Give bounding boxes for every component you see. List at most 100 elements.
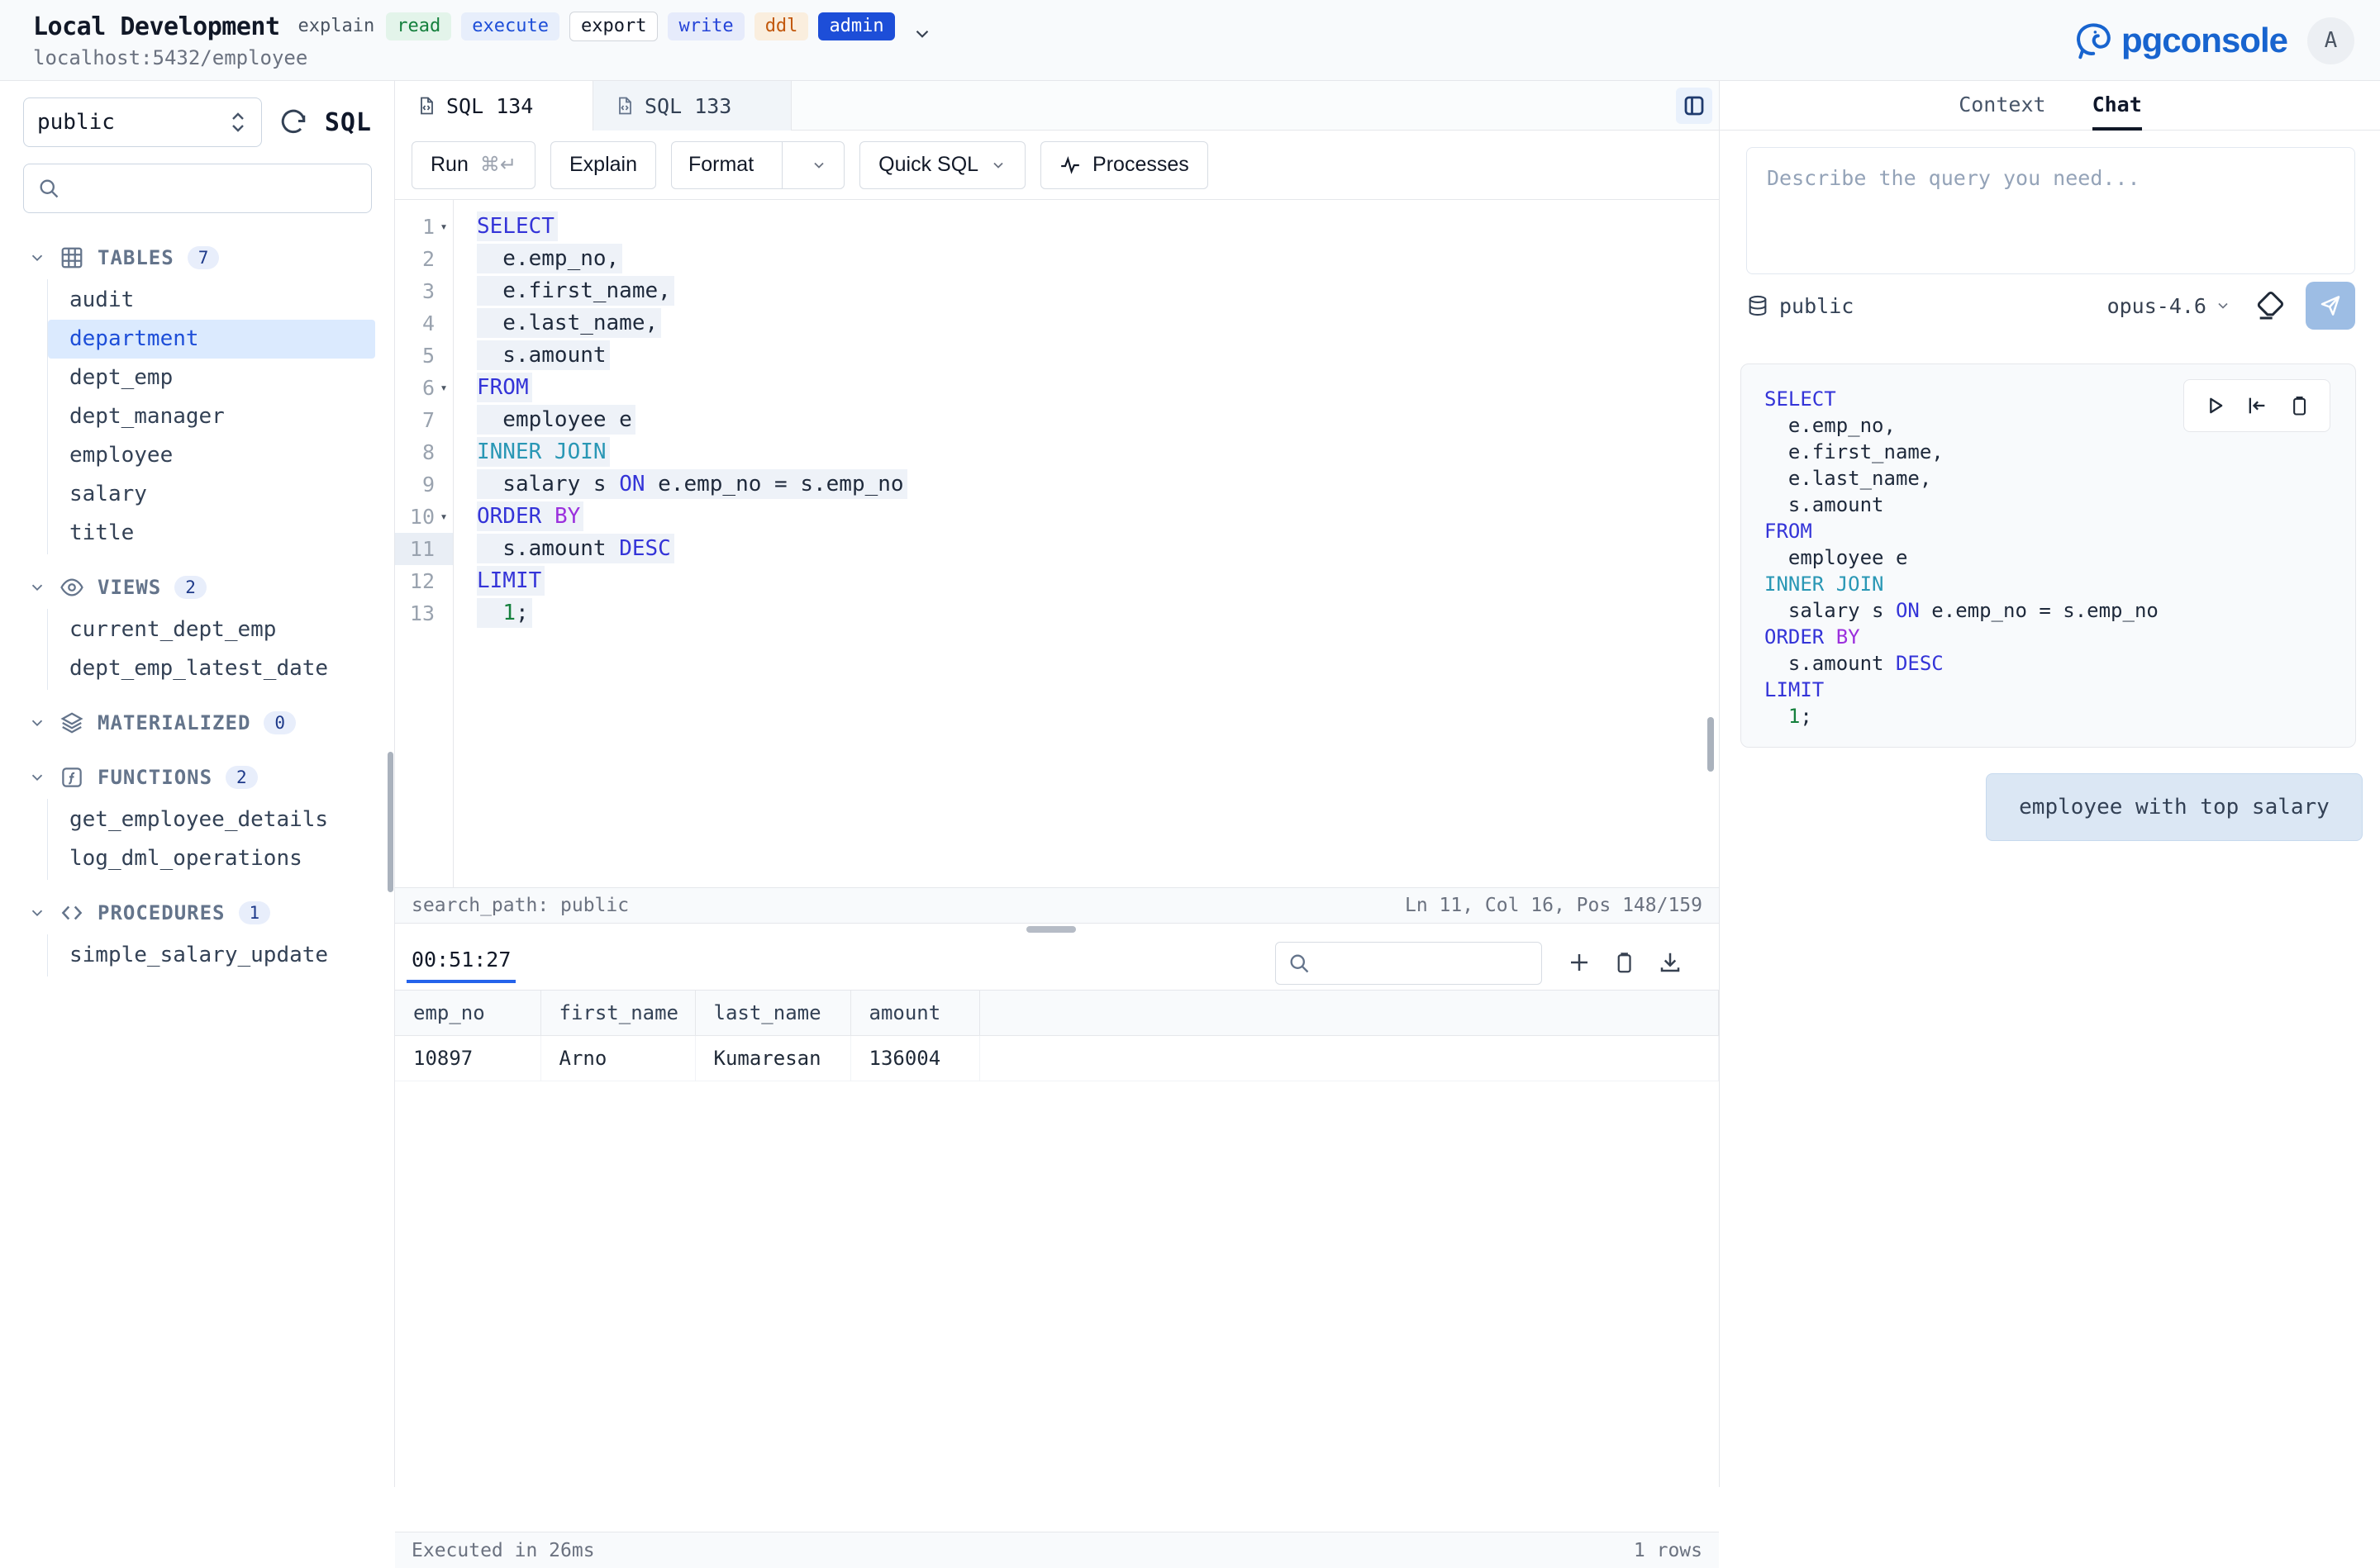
sql-mode-label[interactable]: SQL (325, 108, 372, 137)
code-line: INNER JOIN (1764, 571, 2355, 597)
sidebar-scrollbar[interactable] (388, 752, 393, 892)
tree-header-views[interactable]: VIEWS 2 (0, 566, 395, 609)
download-results-icon[interactable] (1658, 950, 1683, 975)
editor-tabbar: SQL 134 SQL 133 (395, 81, 1719, 131)
tree-item-title[interactable]: title (48, 514, 375, 553)
fold-arrow-icon[interactable]: ▾ (435, 211, 453, 243)
processes-button[interactable]: Processes (1040, 141, 1208, 189)
run-button[interactable]: Run ⌘↵ (412, 141, 536, 189)
tree-header-materialized[interactable]: MATERIALIZED 0 (0, 701, 395, 744)
cell-last-name[interactable]: Kumaresan (695, 1036, 850, 1081)
pane-resize-handle[interactable] (1026, 926, 1076, 933)
copy-results-icon[interactable] (1611, 950, 1636, 975)
gutter-line[interactable]: 12 (395, 565, 453, 597)
tree-item-salary[interactable]: salary (48, 475, 375, 514)
user-avatar[interactable]: A (2307, 17, 2354, 64)
tree-header-tables[interactable]: TABLES 7 (0, 236, 395, 279)
tab-sql-134[interactable]: SQL 134 (395, 81, 593, 131)
chat-schema-chip[interactable]: public (1746, 294, 1854, 318)
sql-card-toolbar (2183, 379, 2330, 432)
cell-emp-no[interactable]: 10897 (395, 1036, 540, 1081)
explain-button[interactable]: Explain (550, 141, 656, 189)
gutter-line[interactable]: 6▾ (395, 372, 453, 404)
tree-item-simple-salary-update[interactable]: simple_salary_update (48, 936, 375, 975)
send-button[interactable] (2306, 282, 2355, 330)
editor-code[interactable]: SELECT e.emp_no, e.first_name, e.last_na… (454, 200, 1719, 887)
tree-item-department[interactable]: department (48, 320, 375, 359)
gutter-line[interactable]: 3 (395, 275, 453, 307)
cell-amount[interactable]: 136004 (850, 1036, 979, 1081)
column-header-first-name[interactable]: first_name (540, 991, 695, 1036)
column-header-amount[interactable]: amount (850, 991, 979, 1036)
tree-section-tables: TABLES 7 audit department dept_emp dept_… (0, 236, 395, 554)
clear-chat-button[interactable] (2254, 289, 2287, 322)
run-label: Run (431, 153, 469, 177)
gutter-line[interactable]: 7 (395, 404, 453, 436)
code-line: ORDER BY (1764, 624, 2355, 650)
sql-editor[interactable]: 1▾23456▾78910▾111213 SELECT e.emp_no, e.… (395, 200, 1719, 887)
tree-item-dept-manager[interactable]: dept_manager (48, 397, 375, 436)
sidebar-search-input[interactable] (70, 177, 358, 200)
model-name: opus-4.6 (2107, 294, 2206, 318)
code-line: e.first_name, (1764, 439, 2355, 465)
run-snippet-icon[interactable] (2203, 394, 2226, 417)
assistant-panel: Context Chat public opus-4.6 SELECT e.em… (1719, 81, 2380, 1487)
model-select[interactable]: opus-4.6 (2107, 294, 2231, 318)
tree-item-dept-emp-latest-date[interactable]: dept_emp_latest_date (48, 649, 375, 688)
gutter-line[interactable]: 2 (395, 243, 453, 275)
add-result-tab-icon[interactable] (1567, 950, 1592, 975)
gutter-line[interactable]: 13 (395, 597, 453, 630)
tab-sql-133[interactable]: SQL 133 (593, 81, 792, 131)
editor-toolbar: Run ⌘↵ Explain Format Quick SQL Processe… (395, 131, 1719, 200)
column-header-emp-no[interactable]: emp_no (395, 991, 540, 1036)
tree-item-dept-emp[interactable]: dept_emp (48, 359, 375, 397)
chat-prompt-input[interactable] (1746, 147, 2355, 274)
format-chevron-down-icon[interactable] (794, 141, 844, 189)
code-line: 1; (1764, 703, 2355, 729)
gutter-line[interactable]: 8 (395, 436, 453, 468)
insert-to-editor-icon[interactable] (2245, 394, 2268, 417)
fold-arrow-icon[interactable]: ▾ (435, 372, 453, 404)
results-table: emp_no first_name last_name amount 10897… (395, 990, 1719, 1081)
split-panel-button[interactable] (1676, 88, 1712, 124)
result-timer-tab[interactable]: 00:51:27 (407, 942, 516, 983)
cell-first-name[interactable]: Arno (540, 1036, 695, 1081)
gutter-line[interactable]: 11 (395, 533, 453, 565)
connection-chevron-down-icon[interactable] (912, 23, 933, 45)
results-header-row: emp_no first_name last_name amount (395, 991, 1719, 1036)
copy-snippet-icon[interactable] (2287, 394, 2311, 417)
results-search-input[interactable] (1319, 953, 1563, 974)
format-button[interactable]: Format (671, 141, 845, 189)
tree-item-employee[interactable]: employee (48, 436, 375, 475)
fold-arrow-icon[interactable]: ▾ (435, 501, 453, 533)
gutter-line[interactable]: 1▾ (395, 211, 453, 243)
tree-section-functions: FUNCTIONS 2 get_employee_details log_dml… (0, 756, 395, 880)
tab-chat[interactable]: Chat (2092, 81, 2142, 131)
sidebar-search[interactable] (23, 164, 372, 213)
section-label: FUNCTIONS (98, 766, 212, 789)
quick-sql-button[interactable]: Quick SQL (859, 141, 1026, 189)
refresh-icon[interactable] (278, 107, 308, 137)
tree-header-functions[interactable]: FUNCTIONS 2 (0, 756, 395, 799)
eraser-icon (2254, 289, 2287, 322)
gutter-line[interactable]: 9 (395, 468, 453, 501)
tab-context[interactable]: Context (1959, 81, 2045, 131)
tree-item-current-dept-emp[interactable]: current_dept_emp (48, 611, 375, 649)
gutter-line[interactable]: 10▾ (395, 501, 453, 533)
tree-item-get-employee-details[interactable]: get_employee_details (48, 801, 375, 839)
button-divider (782, 141, 783, 189)
results-search[interactable] (1275, 942, 1542, 985)
editor-scrollbar[interactable] (1707, 717, 1714, 772)
tree-item-log-dml-operations[interactable]: log_dml_operations (48, 839, 375, 878)
format-label-part[interactable]: Format (672, 141, 770, 189)
tree-item-audit[interactable]: audit (48, 281, 375, 320)
tree-header-procedures[interactable]: PROCEDURES 1 (0, 891, 395, 934)
schema-select[interactable]: public (23, 97, 262, 147)
gutter-line[interactable]: 4 (395, 307, 453, 340)
table-row[interactable]: 10897 Arno Kumaresan 136004 (395, 1036, 1719, 1081)
pane-resize-band[interactable] (395, 924, 1719, 935)
column-header-last-name[interactable]: last_name (695, 991, 850, 1036)
gutter-line[interactable]: 5 (395, 340, 453, 372)
table-icon (60, 245, 84, 270)
quick-sql-label: Quick SQL (878, 153, 978, 177)
